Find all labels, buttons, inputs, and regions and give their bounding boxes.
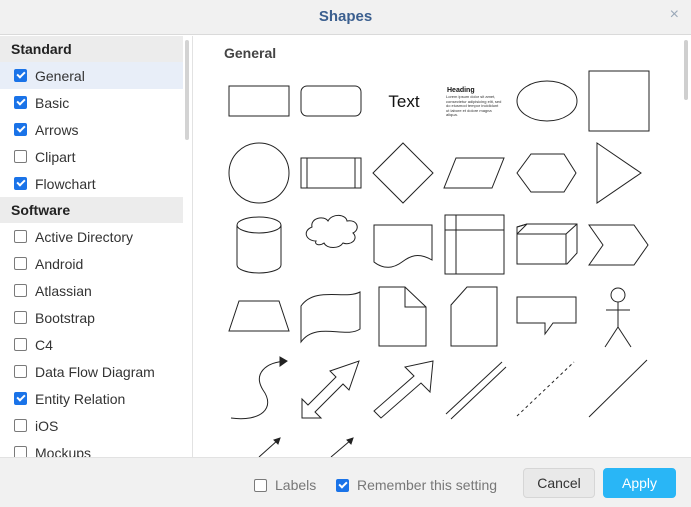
square-icon[interactable] [588, 70, 650, 132]
library-item-bootstrap[interactable]: Bootstrap [0, 304, 183, 331]
dashed-line-icon[interactable] [516, 361, 575, 417]
library-item-label: Bootstrap [35, 309, 95, 326]
remember-checkbox-label: Remember this setting [357, 477, 498, 493]
library-item-label: Clipart [35, 148, 76, 165]
heading-shape-title: Heading [447, 87, 475, 94]
checkbox-arrows[interactable] [14, 123, 27, 136]
single-arrow-icon[interactable] [373, 360, 434, 419]
library-item-mockups[interactable]: Mockups [0, 439, 183, 457]
remember-option[interactable]: Remember this setting [336, 477, 497, 493]
library-item-arrows[interactable]: Arrows [0, 116, 183, 143]
close-icon[interactable]: × [670, 6, 679, 24]
checkbox-flowchart[interactable] [14, 177, 27, 190]
library-sidebar: Standard General Basic Arrows Clipart Flowcha… [0, 36, 193, 457]
tape-icon[interactable] [300, 291, 361, 344]
cancel-button[interactable]: Cancel [523, 468, 595, 498]
library-item-label: Data Flow Diagram [35, 363, 155, 380]
dialog-title: Shapes [318, 8, 373, 25]
library-item-label: Flowchart [35, 175, 96, 192]
text-icon[interactable]: Text [388, 92, 419, 111]
checkbox-atlassian[interactable] [14, 284, 27, 297]
textbox-icon[interactable]: Heading Lorem ipsum dolor sit amet, cons… [446, 87, 502, 117]
actor-icon[interactable] [604, 287, 632, 348]
document-icon[interactable] [373, 224, 433, 268]
parallelogram-icon[interactable] [443, 157, 505, 189]
checkbox-mockups[interactable] [14, 446, 27, 457]
callout-icon[interactable] [516, 296, 577, 336]
library-item-label: Active Directory [35, 228, 134, 245]
library-item-label: Basic [35, 94, 70, 111]
library-item-label: iOS [35, 417, 59, 434]
library-item-ios[interactable]: iOS [0, 412, 183, 439]
checkbox-c4[interactable] [14, 338, 27, 351]
cloud-icon[interactable] [305, 214, 358, 248]
cylinder-icon[interactable] [236, 216, 282, 274]
library-item-flowchart[interactable]: Flowchart [0, 170, 183, 197]
sidebar-scrollbar[interactable] [185, 40, 189, 140]
labels-option[interactable]: Labels [254, 477, 316, 493]
text-shape-label: Text [388, 92, 419, 111]
rounded-rectangle-icon[interactable] [300, 85, 362, 117]
library-item-basic[interactable]: Basic [0, 89, 183, 116]
library-list: Standard General Basic Arrows Clipart Flowcha… [0, 36, 192, 457]
library-item-label: Android [35, 255, 84, 272]
cube-icon[interactable] [516, 223, 578, 265]
labels-checkbox[interactable] [254, 478, 267, 492]
card-icon[interactable] [450, 286, 498, 347]
dialog-footer: Labels Remember this setting Cancel Appl… [0, 457, 691, 507]
library-item-atlassian[interactable]: Atlassian [0, 277, 183, 304]
diamond-icon[interactable] [372, 142, 434, 204]
checkbox-active-directory[interactable] [14, 230, 27, 243]
checkbox-bootstrap[interactable] [14, 311, 27, 324]
library-item-label: Arrows [35, 121, 79, 138]
checkbox-basic[interactable] [14, 96, 27, 109]
library-item-entity-relation[interactable]: Entity Relation [0, 385, 183, 412]
checkbox-general[interactable] [14, 69, 27, 82]
ellipse-icon[interactable] [516, 80, 578, 122]
section-header-standard: Standard [0, 36, 183, 62]
section-header-software: Software [0, 197, 183, 223]
library-item-android[interactable]: Android [0, 250, 183, 277]
curved-arrow-icon[interactable] [230, 356, 288, 420]
arrow-icon[interactable] [330, 437, 354, 457]
library-item-label: C4 [35, 336, 53, 353]
circle-icon[interactable] [228, 142, 290, 204]
note-icon[interactable] [378, 286, 427, 347]
library-item-label: Atlassian [35, 282, 92, 299]
link-icon[interactable] [445, 361, 507, 420]
library-item-clipart[interactable]: Clipart [0, 143, 183, 170]
process-icon[interactable] [300, 157, 362, 189]
rectangle-icon[interactable] [228, 85, 290, 117]
library-item-general[interactable]: General [0, 62, 183, 89]
line-icon[interactable] [588, 359, 648, 418]
apply-button[interactable]: Apply [603, 468, 676, 498]
labels-checkbox-label: Labels [275, 477, 317, 493]
checkbox-ios[interactable] [14, 419, 27, 432]
bidirectional-arrow-icon[interactable] [301, 360, 360, 419]
internal-storage-icon[interactable] [444, 214, 505, 275]
arrow-icon[interactable] [258, 437, 281, 457]
library-item-c4[interactable]: C4 [0, 331, 183, 358]
library-item-label: Entity Relation [35, 390, 126, 407]
checkbox-clipart[interactable] [14, 150, 27, 163]
trapezoid-icon[interactable] [228, 300, 290, 332]
triangle-icon[interactable] [596, 142, 642, 204]
remember-checkbox[interactable] [336, 478, 349, 492]
checkbox-android[interactable] [14, 257, 27, 270]
step-icon[interactable] [588, 224, 649, 266]
hexagon-icon[interactable] [516, 153, 577, 193]
checkbox-entity-relation[interactable] [14, 392, 27, 405]
shapes-scrollbar[interactable] [684, 40, 688, 100]
library-item-label: Mockups [35, 444, 92, 458]
checkbox-data-flow-diagram[interactable] [14, 365, 27, 378]
library-item-active-directory[interactable]: Active Directory [0, 223, 183, 250]
shapes-panel: Text Heading Lorem ipsum dolor sit amet,… [194, 36, 691, 457]
library-item-data-flow-diagram[interactable]: Data Flow Diagram [0, 358, 183, 385]
dialog-titlebar: Shapes × [0, 0, 691, 35]
category-title: General [224, 45, 277, 61]
heading-shape-body: Lorem ipsum dolor sit amet, consectetur … [446, 95, 502, 117]
library-item-label: General [35, 67, 85, 84]
